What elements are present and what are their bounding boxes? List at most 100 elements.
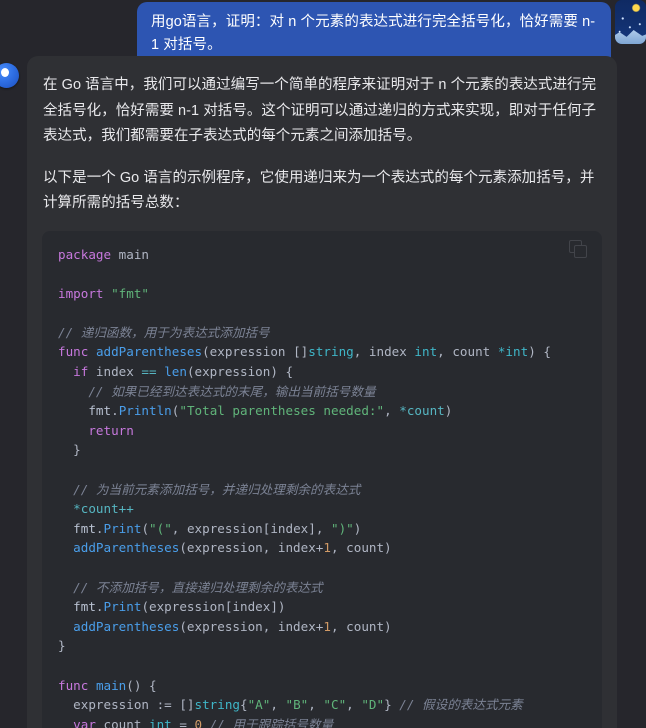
assistant-paragraph-2: 以下是一个 Go 语言的示例程序，它使用递归来为一个表达式的每个元素添加括号，并… [43,169,595,212]
code-token: , [270,697,286,713]
code-token: == [141,364,157,380]
assistant-avatar[interactable] [0,63,19,88]
code-token: } [58,638,66,654]
code-token: int [149,716,172,728]
code-token: . [95,520,104,536]
code-token: ( [141,520,150,536]
code-token: , [308,697,324,713]
code-token: *count++ [73,501,134,517]
code-token: 1 [323,618,331,634]
code-token: string [308,344,354,360]
code-token: main [95,677,127,693]
code-token: . [95,599,104,615]
assistant-paragraph-1: 在 Go 语言中，我们可以通过编写一个简单的程序来证明对于 n 个元素的表达式进… [43,77,597,144]
code-token: (expression[index]) [141,599,286,615]
code-token: (expression [] [202,344,309,360]
code-token: var [73,716,96,728]
code-token: = [171,716,195,728]
assistant-avatar-dot-icon [1,68,9,77]
code-token: package [58,246,112,262]
code-token: addParentheses [73,618,180,634]
code-token: ) [444,403,453,419]
code-token: expression := [] [58,697,195,713]
chat-screen: 用go语言，证明：对 n 个元素的表达式进行完全括号化，恰好需要 n-1 对括号… [0,0,646,728]
code-token: // 不添加括号，直接递归处理剩余的表达式 [73,579,323,595]
code-token: () { [126,677,157,693]
code-token: *count [399,403,445,419]
code-token: 1 [323,540,331,556]
code-content[interactable]: package main import "fmt" // 递归函数，用于为表达式… [42,245,602,728]
code-token: "C" [323,697,347,713]
code-token: int [414,344,438,360]
code-token: "Total parentheses needed:" [179,403,385,419]
code-token: fmt [73,520,96,536]
assistant-message-row: 在 Go 语言中，我们可以通过编写一个简单的程序来证明对于 n 个元素的表达式进… [0,56,646,728]
code-token: fmt [73,599,96,615]
code-token: // 用于跟踪括号数量 [209,716,334,728]
code-token: // 如果已经到达表达式的末尾，输出当前括号数量 [88,383,376,399]
code-token: func [58,344,89,360]
code-token: main [111,246,149,262]
code-token: Println [118,403,172,419]
code-token: (expression, index+ [179,618,324,634]
code-token: len [164,364,187,380]
code-token: , expression[index], [171,520,332,536]
code-token: addParentheses [73,540,180,556]
code-token: import [58,285,104,301]
code-token: Print [103,599,142,615]
code-token: if [73,364,89,380]
code-token: fmt [88,403,112,419]
code-token: "A" [247,697,271,713]
code-token: *int [497,344,529,360]
code-token: } [384,697,400,713]
code-token: string [194,697,240,713]
code-block: package main import "fmt" // 递归函数，用于为表达式… [42,230,602,728]
assistant-message-bubble: 在 Go 语言中，我们可以通过编写一个简单的程序来证明对于 n 个元素的表达式进… [27,56,617,728]
code-token: , count) [330,540,392,556]
code-token: (expression) { [186,364,294,380]
copy-icon-front-sheet [574,244,587,258]
code-token: count [95,716,149,728]
code-token: "B" [285,697,309,713]
code-token: { [239,697,248,713]
code-token: ) { [528,344,551,360]
code-token: , count) [330,618,392,634]
code-token: "D" [361,697,385,713]
code-token: , [346,697,362,713]
code-token: func [58,677,89,693]
code-token: index [88,364,142,380]
code-token: // 递归函数，用于为表达式添加括号 [58,324,270,340]
code-token: . [111,403,119,419]
code-token: , count [437,344,498,360]
code-token: ")" [331,520,354,536]
code-token: // 假设的表达式元素 [399,697,523,713]
code-token: return [88,422,134,438]
code-token: "fmt" [111,285,150,301]
code-token: addParentheses [95,344,203,360]
code-token: ) [353,520,362,536]
copy-icon[interactable] [569,239,591,260]
code-token: , index [353,344,415,360]
code-token: (expression, index+ [179,540,324,556]
code-token: Print [103,520,142,536]
code-token: "(" [149,520,172,536]
code-token: // 为当前元素添加括号，并递归处理剩余的表达式 [73,481,361,497]
user-avatar[interactable] [615,0,646,44]
code-token: } [58,442,81,458]
